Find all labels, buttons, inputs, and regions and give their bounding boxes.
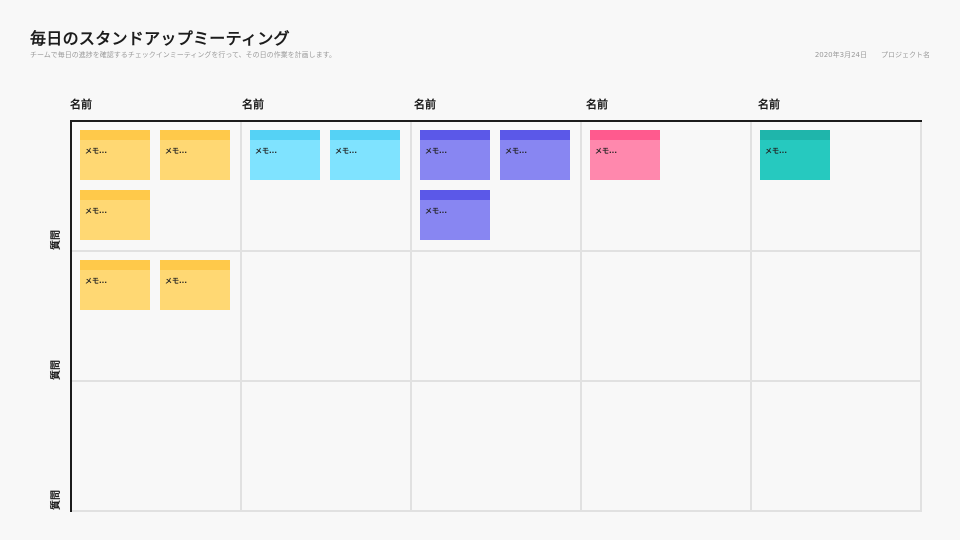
sticky-note-band [80,130,150,140]
sticky-note-text: メモ... [165,277,187,285]
column-header-5[interactable]: 名前 [758,96,780,112]
sticky-note-text: メモ... [255,147,277,155]
sticky-note-text: メモ... [85,277,107,285]
sticky-note-yellow[interactable]: メモ... [80,260,150,310]
sticky-note-band [160,130,230,140]
board-cell[interactable] [242,382,412,512]
board-cell[interactable] [412,382,582,512]
page-subtitle: チームで毎日の進捗を確認するチェックインミーティングを行って、その日の作業を計画… [30,51,336,59]
sticky-note-band [420,190,490,200]
column-header-2[interactable]: 名前 [242,96,264,112]
sticky-note-text: メモ... [505,147,527,155]
board-cell[interactable] [242,252,412,382]
board-cell[interactable]: メモ... メモ... [242,122,412,252]
sticky-note-text: メモ... [595,147,617,155]
column-header-4[interactable]: 名前 [586,96,608,112]
sticky-note-text: メモ... [425,207,447,215]
sticky-note-yellow[interactable]: メモ... [80,130,150,180]
sticky-note-band [500,130,570,140]
board-cell[interactable]: メモ... メモ... [72,252,242,382]
row-label-3[interactable]: 質問 [47,490,62,510]
date-label: 2020年3月24日 [814,51,867,59]
sticky-note-cyan[interactable]: メモ... [330,130,400,180]
board-cell[interactable]: メモ... [752,122,922,252]
board-cell[interactable] [72,382,242,512]
page-title: 毎日のスタンドアップミーティング [30,29,290,48]
sticky-note-band [250,130,320,140]
sticky-note-indigo[interactable]: メモ... [500,130,570,180]
sticky-note-band [330,130,400,140]
sticky-note-cyan[interactable]: メモ... [250,130,320,180]
board-cell[interactable]: メモ... [582,122,752,252]
board-cell[interactable] [582,382,752,512]
sticky-note-pink[interactable]: メモ... [590,130,660,180]
sticky-note-text: メモ... [425,147,447,155]
row-label-2[interactable]: 質問 [47,360,62,380]
sticky-note-band [420,130,490,140]
sticky-note-text: メモ... [85,147,107,155]
board-cell[interactable] [752,252,922,382]
board-cell[interactable] [582,252,752,382]
column-header-3[interactable]: 名前 [414,96,436,112]
board-cell[interactable] [752,382,922,512]
sticky-note-band [80,260,150,270]
project-name[interactable]: プロジェクト名 [881,50,930,60]
sticky-note-band [160,260,230,270]
standup-board: メモ... メモ... メモ... メモ... メモ... メモ... メモ... メモ...… [70,120,922,512]
header-meta: 2020年3月24日 プロジェクト名 [815,50,930,60]
sticky-note-band [760,130,830,140]
sticky-note-indigo[interactable]: メモ... [420,190,490,240]
sticky-note-text: メモ... [335,147,357,155]
row-label-1[interactable]: 質問 [47,230,62,250]
sticky-note-band [80,190,150,200]
sticky-note-yellow[interactable]: メモ... [160,130,230,180]
board-cell[interactable] [412,252,582,382]
sticky-note-band [590,130,660,140]
sticky-note-indigo[interactable]: メモ... [420,130,490,180]
column-header-1[interactable]: 名前 [70,96,92,112]
sticky-note-yellow[interactable]: メモ... [80,190,150,240]
sticky-note-text: メモ... [165,147,187,155]
sticky-note-teal[interactable]: メモ... [760,130,830,180]
board-cell[interactable]: メモ... メモ... メモ... [72,122,242,252]
sticky-note-text: メモ... [85,207,107,215]
sticky-note-yellow[interactable]: メモ... [160,260,230,310]
board-cell[interactable]: メモ... メモ... メモ... [412,122,582,252]
sticky-note-text: メモ... [765,147,787,155]
